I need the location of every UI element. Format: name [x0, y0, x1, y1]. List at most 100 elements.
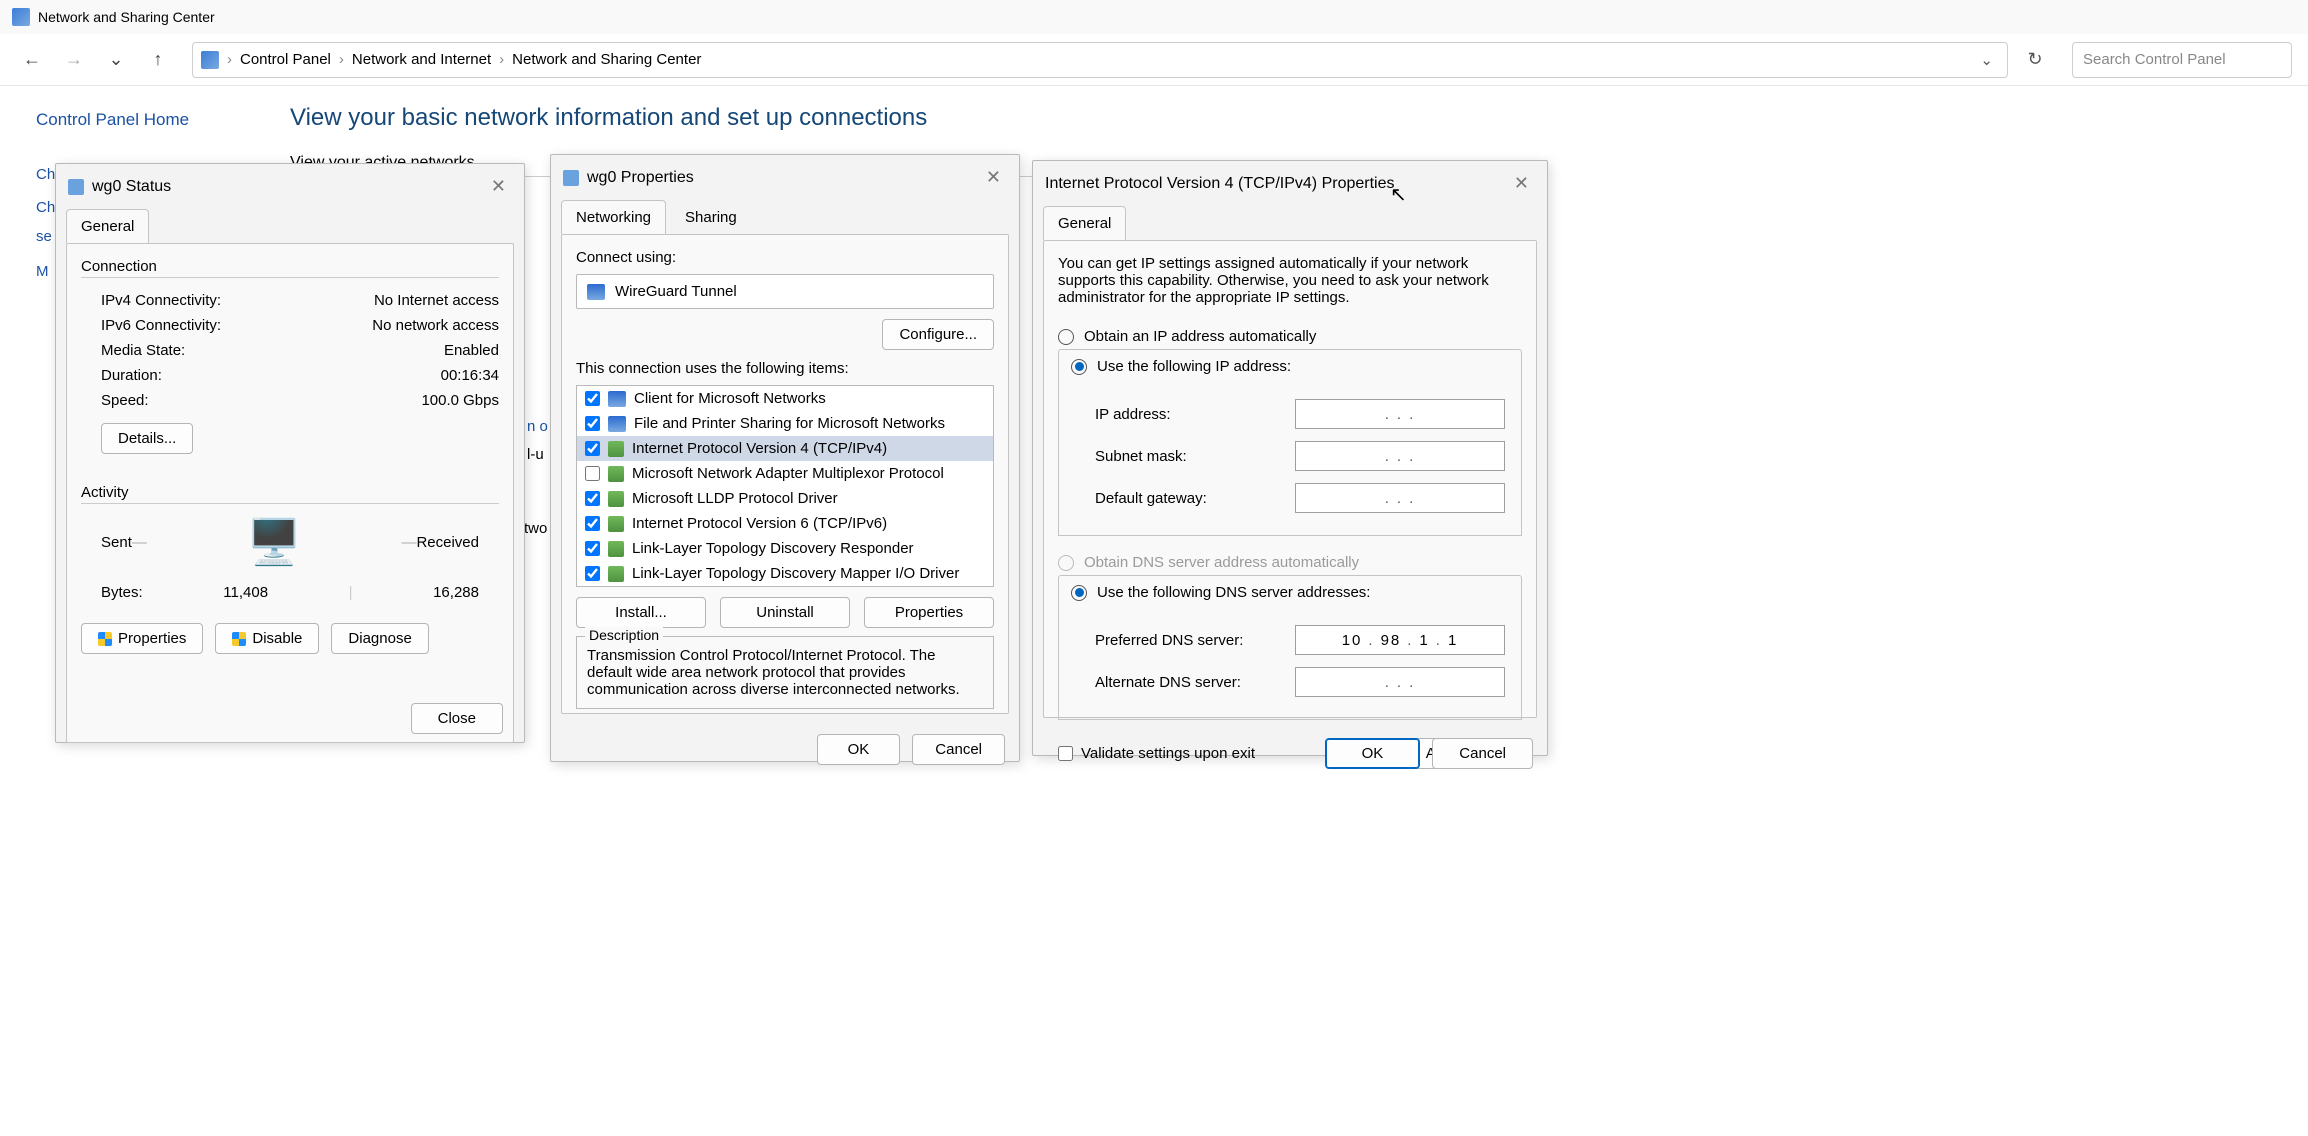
subnet-mask-label: Subnet mask: [1095, 448, 1187, 465]
tab-networking[interactable]: Networking [561, 200, 666, 234]
adapter-name: WireGuard Tunnel [615, 283, 737, 300]
preferred-dns-label: Preferred DNS server: [1095, 632, 1243, 649]
disable-button[interactable]: Disable [215, 623, 319, 654]
checkbox[interactable] [585, 416, 600, 431]
tab-general[interactable]: General [1043, 206, 1126, 240]
checkbox[interactable] [585, 391, 600, 406]
checkbox[interactable] [585, 466, 600, 481]
alternate-dns-label: Alternate DNS server: [1095, 674, 1241, 691]
ok-button[interactable]: OK [1325, 738, 1421, 769]
close-button[interactable]: Close [411, 703, 503, 734]
checkbox[interactable] [585, 566, 600, 581]
network-item-label: Internet Protocol Version 4 (TCP/IPv4) [632, 440, 887, 457]
close-button[interactable]: ✕ [485, 174, 512, 199]
adapter-icon [587, 284, 605, 300]
speed-label: Speed: [101, 392, 149, 409]
media-value: Enabled [444, 342, 499, 359]
radio-obtain-ip-auto[interactable]: Obtain an IP address automatically [1058, 324, 1522, 349]
validate-checkbox[interactable]: Validate settings upon exit [1058, 745, 1255, 762]
subnet-mask-input[interactable]: ... [1295, 441, 1505, 471]
network-icon [68, 179, 84, 195]
close-button[interactable]: ✕ [980, 165, 1007, 190]
network-item[interactable]: Link-Layer Topology Discovery Responder [577, 536, 993, 561]
network-item[interactable]: Microsoft Network Adapter Multiplexor Pr… [577, 461, 993, 486]
network-icon [563, 170, 579, 186]
details-button[interactable]: Details... [101, 423, 193, 454]
ip-address-input[interactable]: ... [1295, 399, 1505, 429]
cancel-button[interactable]: Cancel [912, 734, 1005, 765]
obscured-text: l-u [527, 446, 544, 463]
chevron-down-icon[interactable]: ⌄ [1974, 51, 1999, 69]
breadcrumb-item[interactable]: Control Panel [240, 51, 331, 68]
duration-value: 00:16:34 [441, 367, 499, 384]
sent-label: Sent [101, 534, 132, 551]
window-titlebar: Network and Sharing Center [0, 0, 2308, 34]
connect-using-label: Connect using: [576, 249, 994, 266]
forward-button[interactable]: → [58, 44, 90, 76]
alternate-dns-input[interactable]: ... [1295, 667, 1505, 697]
network-item-label: File and Printer Sharing for Microsoft N… [634, 415, 945, 432]
activity-icon: 🖥️ [234, 514, 314, 570]
checkbox[interactable] [585, 516, 600, 531]
intro-text: You can get IP settings assigned automat… [1058, 255, 1522, 306]
gateway-input[interactable]: ... [1295, 483, 1505, 513]
radio-icon [1071, 585, 1087, 601]
radio-obtain-dns-auto: Obtain DNS server address automatically [1058, 550, 1522, 575]
diagnose-button[interactable]: Diagnose [331, 623, 428, 654]
protocol-icon [608, 541, 624, 557]
dialog-title: wg0 Properties [587, 169, 694, 187]
item-properties-button[interactable]: Properties [864, 597, 994, 628]
adapter-name-box: WireGuard Tunnel [576, 274, 994, 309]
back-button[interactable]: ← [16, 44, 48, 76]
properties-button[interactable]: Properties [81, 623, 203, 654]
checkbox[interactable] [585, 491, 600, 506]
ipv6-value: No network access [372, 317, 499, 334]
network-item[interactable]: File and Printer Sharing for Microsoft N… [577, 411, 993, 436]
network-item-label: Microsoft LLDP Protocol Driver [632, 490, 838, 507]
uninstall-button[interactable]: Uninstall [720, 597, 850, 628]
control-panel-home-link[interactable]: Control Panel Home [36, 110, 280, 130]
ip-address-label: IP address: [1095, 406, 1171, 423]
section-activity: Activity [81, 484, 499, 504]
network-item[interactable]: Link-Layer Topology Discovery Mapper I/O… [577, 561, 993, 586]
protocol-icon [608, 441, 624, 457]
ok-button[interactable]: OK [817, 734, 901, 765]
chevron-right-icon: › [339, 51, 344, 68]
configure-button[interactable]: Configure... [882, 319, 994, 350]
dialog-title: wg0 Status [92, 178, 171, 196]
up-button[interactable]: ↑ [142, 44, 174, 76]
protocol-icon [608, 516, 624, 532]
shield-icon [98, 632, 112, 646]
dialog-ipv4-properties: Internet Protocol Version 4 (TCP/IPv4) P… [1032, 160, 1548, 756]
ipv4-value: No Internet access [374, 292, 499, 309]
network-items-list[interactable]: Client for Microsoft Networks File and Pr… [576, 385, 994, 587]
network-item[interactable]: Internet Protocol Version 6 (TCP/IPv6) [577, 511, 993, 536]
tab-general[interactable]: General [66, 209, 149, 243]
duration-label: Duration: [101, 367, 162, 384]
history-dropdown[interactable]: ⌄ [100, 44, 132, 76]
checkbox[interactable] [585, 441, 600, 456]
computer-icon [608, 391, 626, 407]
checkbox[interactable] [585, 541, 600, 556]
search-input[interactable]: Search Control Panel [2072, 42, 2292, 78]
description-text: Transmission Control Protocol/Internet P… [587, 647, 960, 698]
radio-use-dns[interactable]: Use the following DNS server addresses: [1058, 575, 1522, 609]
radio-icon [1058, 329, 1074, 345]
network-item[interactable]: Client for Microsoft Networks [577, 386, 993, 411]
ipv4-label: IPv4 Connectivity: [101, 292, 221, 309]
breadcrumb-item[interactable]: Network and Sharing Center [512, 51, 701, 68]
breadcrumb[interactable]: › Control Panel › Network and Internet ›… [192, 42, 2008, 78]
checkbox-icon[interactable] [1058, 746, 1073, 761]
radio-use-ip[interactable]: Use the following IP address: [1058, 349, 1522, 383]
cancel-button[interactable]: Cancel [1432, 738, 1533, 769]
network-item[interactable]: Internet Protocol Version 4 (TCP/IPv4) [577, 436, 993, 461]
close-button[interactable]: ✕ [1508, 171, 1535, 196]
refresh-button[interactable]: ↻ [2018, 49, 2052, 70]
breadcrumb-item[interactable]: Network and Internet [352, 51, 491, 68]
preferred-dns-input[interactable]: 10. 98. 1. 1 [1295, 625, 1505, 655]
install-button[interactable]: Install... [576, 597, 706, 628]
tab-sharing[interactable]: Sharing [670, 200, 752, 234]
network-item-label: Internet Protocol Version 6 (TCP/IPv6) [632, 515, 887, 532]
control-panel-icon [201, 51, 219, 69]
network-item[interactable]: Microsoft LLDP Protocol Driver [577, 486, 993, 511]
